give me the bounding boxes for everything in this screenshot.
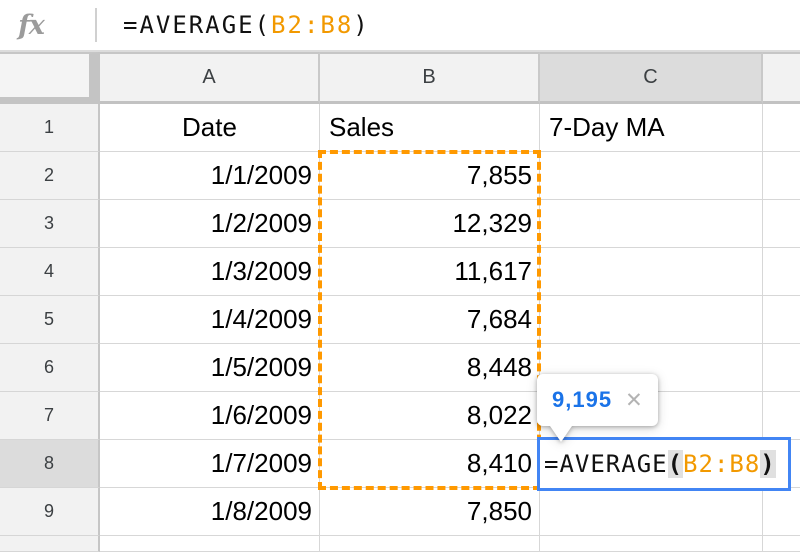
cell-B10[interactable] <box>320 536 540 552</box>
cell-C1[interactable]: 7-Day MA <box>540 104 763 152</box>
column-header-B[interactable]: B <box>320 52 540 104</box>
cell-A6[interactable]: 1/5/2009 <box>100 344 320 392</box>
cell-D2[interactable] <box>763 152 800 200</box>
formula-bar-divider <box>95 8 97 42</box>
row-header-3[interactable]: 3 <box>0 200 100 248</box>
cell-A10[interactable] <box>100 536 320 552</box>
row-header-8[interactable]: 8 <box>0 440 100 488</box>
editor-close-paren: ) <box>760 450 775 478</box>
editor-open-paren: ( <box>668 450 683 478</box>
row-header-4[interactable]: 4 <box>0 248 100 296</box>
formula-input[interactable]: =AVERAGE(B2:B8) <box>123 11 370 39</box>
cell-A4[interactable]: 1/3/2009 <box>100 248 320 296</box>
row-header-1[interactable]: 1 <box>0 104 100 152</box>
cell-B6[interactable]: 8,448 <box>320 344 540 392</box>
row-header-5[interactable]: 5 <box>0 296 100 344</box>
formula-range-ref: B2:B8 <box>271 11 353 39</box>
cell-B1[interactable]: Sales <box>320 104 540 152</box>
cell-B2[interactable]: 7,855 <box>320 152 540 200</box>
spreadsheet-app: fx =AVERAGE(B2:B8) A B C 1 Date Sales 7-… <box>0 0 800 552</box>
formula-suffix: ) <box>353 11 369 39</box>
cell-A5[interactable]: 1/4/2009 <box>100 296 320 344</box>
cell-C2[interactable] <box>540 152 763 200</box>
editor-range-ref: B2:B8 <box>683 450 760 478</box>
cell-D5[interactable] <box>763 296 800 344</box>
cell-A7[interactable]: 1/6/2009 <box>100 392 320 440</box>
editor-formula-prefix: =AVERAGE <box>544 450 668 478</box>
cell-C5[interactable] <box>540 296 763 344</box>
formula-prefix: =AVERAGE( <box>123 11 271 39</box>
cell-D7[interactable] <box>763 392 800 440</box>
formula-bar: fx =AVERAGE(B2:B8) <box>0 0 800 52</box>
column-header-A[interactable]: A <box>100 52 320 104</box>
cell-D4[interactable] <box>763 248 800 296</box>
cell-D9[interactable] <box>763 488 800 536</box>
formula-result-value: 9,195 <box>552 387 612 413</box>
cell-B8[interactable]: 8,410 <box>320 440 540 488</box>
cell-C10[interactable] <box>540 536 763 552</box>
column-header-C[interactable]: C <box>540 52 763 104</box>
cell-D6[interactable] <box>763 344 800 392</box>
cell-A9[interactable]: 1/8/2009 <box>100 488 320 536</box>
cell-B7[interactable]: 8,022 <box>320 392 540 440</box>
row-header-9[interactable]: 9 <box>0 488 100 536</box>
row-header-7[interactable]: 7 <box>0 392 100 440</box>
cell-A3[interactable]: 1/2/2009 <box>100 200 320 248</box>
cell-editor-C8[interactable]: =AVERAGE(B2:B8) <box>537 437 791 491</box>
cell-D3[interactable] <box>763 200 800 248</box>
cell-D10[interactable] <box>763 536 800 552</box>
cell-B9[interactable]: 7,850 <box>320 488 540 536</box>
cell-B5[interactable]: 7,684 <box>320 296 540 344</box>
row-header-10[interactable] <box>0 536 100 552</box>
cell-A2[interactable]: 1/1/2009 <box>100 152 320 200</box>
column-header-D[interactable] <box>763 52 800 104</box>
select-all-corner[interactable] <box>0 52 100 104</box>
cell-A8[interactable]: 1/7/2009 <box>100 440 320 488</box>
cell-B3[interactable]: 12,329 <box>320 200 540 248</box>
cell-C3[interactable] <box>540 200 763 248</box>
fx-icon: fx <box>0 10 62 41</box>
formula-result-tooltip: 9,195 ✕ <box>537 374 658 426</box>
cell-D1[interactable] <box>763 104 800 152</box>
row-header-2[interactable]: 2 <box>0 152 100 200</box>
cell-C9[interactable] <box>540 488 763 536</box>
cell-C4[interactable] <box>540 248 763 296</box>
cell-A1[interactable]: Date <box>100 104 320 152</box>
row-header-6[interactable]: 6 <box>0 344 100 392</box>
close-icon[interactable]: ✕ <box>625 390 643 411</box>
cell-B4[interactable]: 11,617 <box>320 248 540 296</box>
